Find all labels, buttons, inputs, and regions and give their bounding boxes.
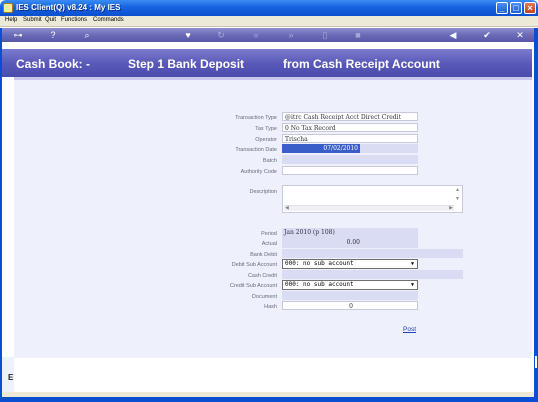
menu-bar: Help Submit Quit Functions Commands [0, 16, 538, 27]
menu-commands[interactable]: Commands [93, 17, 124, 23]
cash-credit-label: Cash Credit [247, 273, 277, 279]
transaction-type-field[interactable]: @itrc Cash Receipt Acct Direct Credit [282, 112, 418, 121]
heart-icon[interactable]: ♥ [183, 30, 193, 40]
credit-sub-account-value: 000: no sub account [285, 281, 354, 288]
page-header: Cash Book: - Step 1 Bank Deposit from Ca… [2, 49, 532, 77]
page-title: Cash Book: - [16, 57, 91, 71]
scroll-up-icon[interactable]: ▲ [455, 187, 461, 193]
window-right-border [534, 28, 538, 402]
credit-sub-account-select[interactable]: 000: no sub account ▼ [282, 280, 418, 290]
title-bar: IES Client(Q) v8.24 : My IES _ □ × [0, 0, 538, 16]
fast-forward-icon[interactable]: » [286, 30, 296, 40]
tax-type-field[interactable]: 0 No Tax Record [282, 123, 418, 132]
bank-debit-field[interactable] [282, 249, 463, 258]
menu-submit[interactable]: Submit [23, 17, 42, 23]
authority-code-label: Authority Code [240, 169, 277, 175]
document-field[interactable] [282, 291, 418, 300]
rewind-icon[interactable]: « [251, 30, 261, 40]
authority-code-field[interactable] [282, 166, 418, 175]
transaction-date-label: Transaction Date [235, 147, 277, 153]
description-label: Description [249, 189, 277, 195]
hash-label: Hash [264, 304, 277, 310]
side-tool-icon[interactable]: E [8, 373, 13, 382]
credit-sub-account-label: Credit Sub Account [229, 283, 277, 289]
post-link[interactable]: Post [403, 326, 416, 333]
form-panel [14, 80, 532, 358]
minimize-button[interactable]: _ [496, 2, 508, 14]
key-icon[interactable]: ⊶ [10, 30, 26, 40]
description-field[interactable]: ▲ ▼ ◀ ▶ [282, 185, 463, 213]
menu-quit[interactable]: Quit [45, 17, 56, 23]
scroll-right-icon[interactable]: ▶ [449, 205, 453, 211]
menu-functions[interactable]: Functions [61, 17, 87, 23]
back-icon[interactable]: ◀ [448, 30, 458, 40]
transaction-date-field[interactable]: 07/02/2010 [282, 144, 360, 153]
operator-field[interactable]: Trischa [282, 134, 418, 143]
tax-type-label: Tax Type [255, 126, 277, 132]
window-title: IES Client(Q) v8.24 : My IES [16, 3, 121, 12]
batch-field[interactable] [282, 155, 418, 164]
actual-label: Actual [261, 241, 277, 247]
scroll-left-icon[interactable]: ◀ [285, 205, 289, 211]
document-label: Document [251, 294, 277, 300]
menu-help[interactable]: Help [5, 17, 17, 23]
horizontal-scrollbar[interactable]: ◀ ▶ [284, 205, 454, 211]
close-button[interactable]: × [524, 2, 536, 14]
stop-icon[interactable]: ■ [353, 30, 363, 40]
debit-sub-account-select[interactable]: 000: no sub account ▼ [282, 259, 418, 269]
document-icon[interactable]: ▯ [320, 30, 330, 40]
window-bottom-border [0, 397, 538, 402]
bank-debit-label: Bank Debit [250, 252, 277, 258]
cash-credit-field[interactable] [282, 270, 463, 279]
search-icon[interactable]: ⌕ [82, 30, 92, 40]
check-icon[interactable]: ✔ [482, 30, 492, 40]
close-icon[interactable]: ✕ [515, 30, 525, 40]
scroll-down-icon[interactable]: ▼ [455, 196, 461, 202]
chevron-down-icon[interactable]: ▼ [409, 282, 416, 288]
page-step: Step 1 Bank Deposit [128, 57, 245, 71]
page-subtitle: from Cash Receipt Account [283, 57, 440, 71]
chevron-down-icon[interactable]: ▼ [409, 261, 416, 267]
transaction-date-spacer [360, 144, 418, 153]
debit-sub-account-label: Debit Sub Account [231, 262, 277, 268]
transaction-type-label: Transaction Type [235, 115, 277, 121]
help-icon[interactable]: ? [48, 30, 58, 40]
app-icon [3, 3, 13, 13]
batch-label: Batch [262, 158, 277, 164]
debit-sub-account-value: 000: no sub account [285, 260, 354, 267]
scroll-marker[interactable] [535, 356, 537, 368]
toolbar: ⊶ ? ⌕ ♥ ↻ « » ▯ ■ ◀ ✔ ✕ [2, 28, 534, 42]
period-field[interactable]: Jan 2010 (p 108) [282, 228, 418, 238]
operator-label: Operator [255, 137, 277, 143]
period-label: Period [261, 231, 277, 237]
hash-field[interactable]: 0 [282, 301, 418, 310]
refresh-icon[interactable]: ↻ [216, 30, 226, 40]
actual-field[interactable]: 0.00 [282, 238, 418, 248]
maximize-button[interactable]: □ [510, 2, 522, 14]
